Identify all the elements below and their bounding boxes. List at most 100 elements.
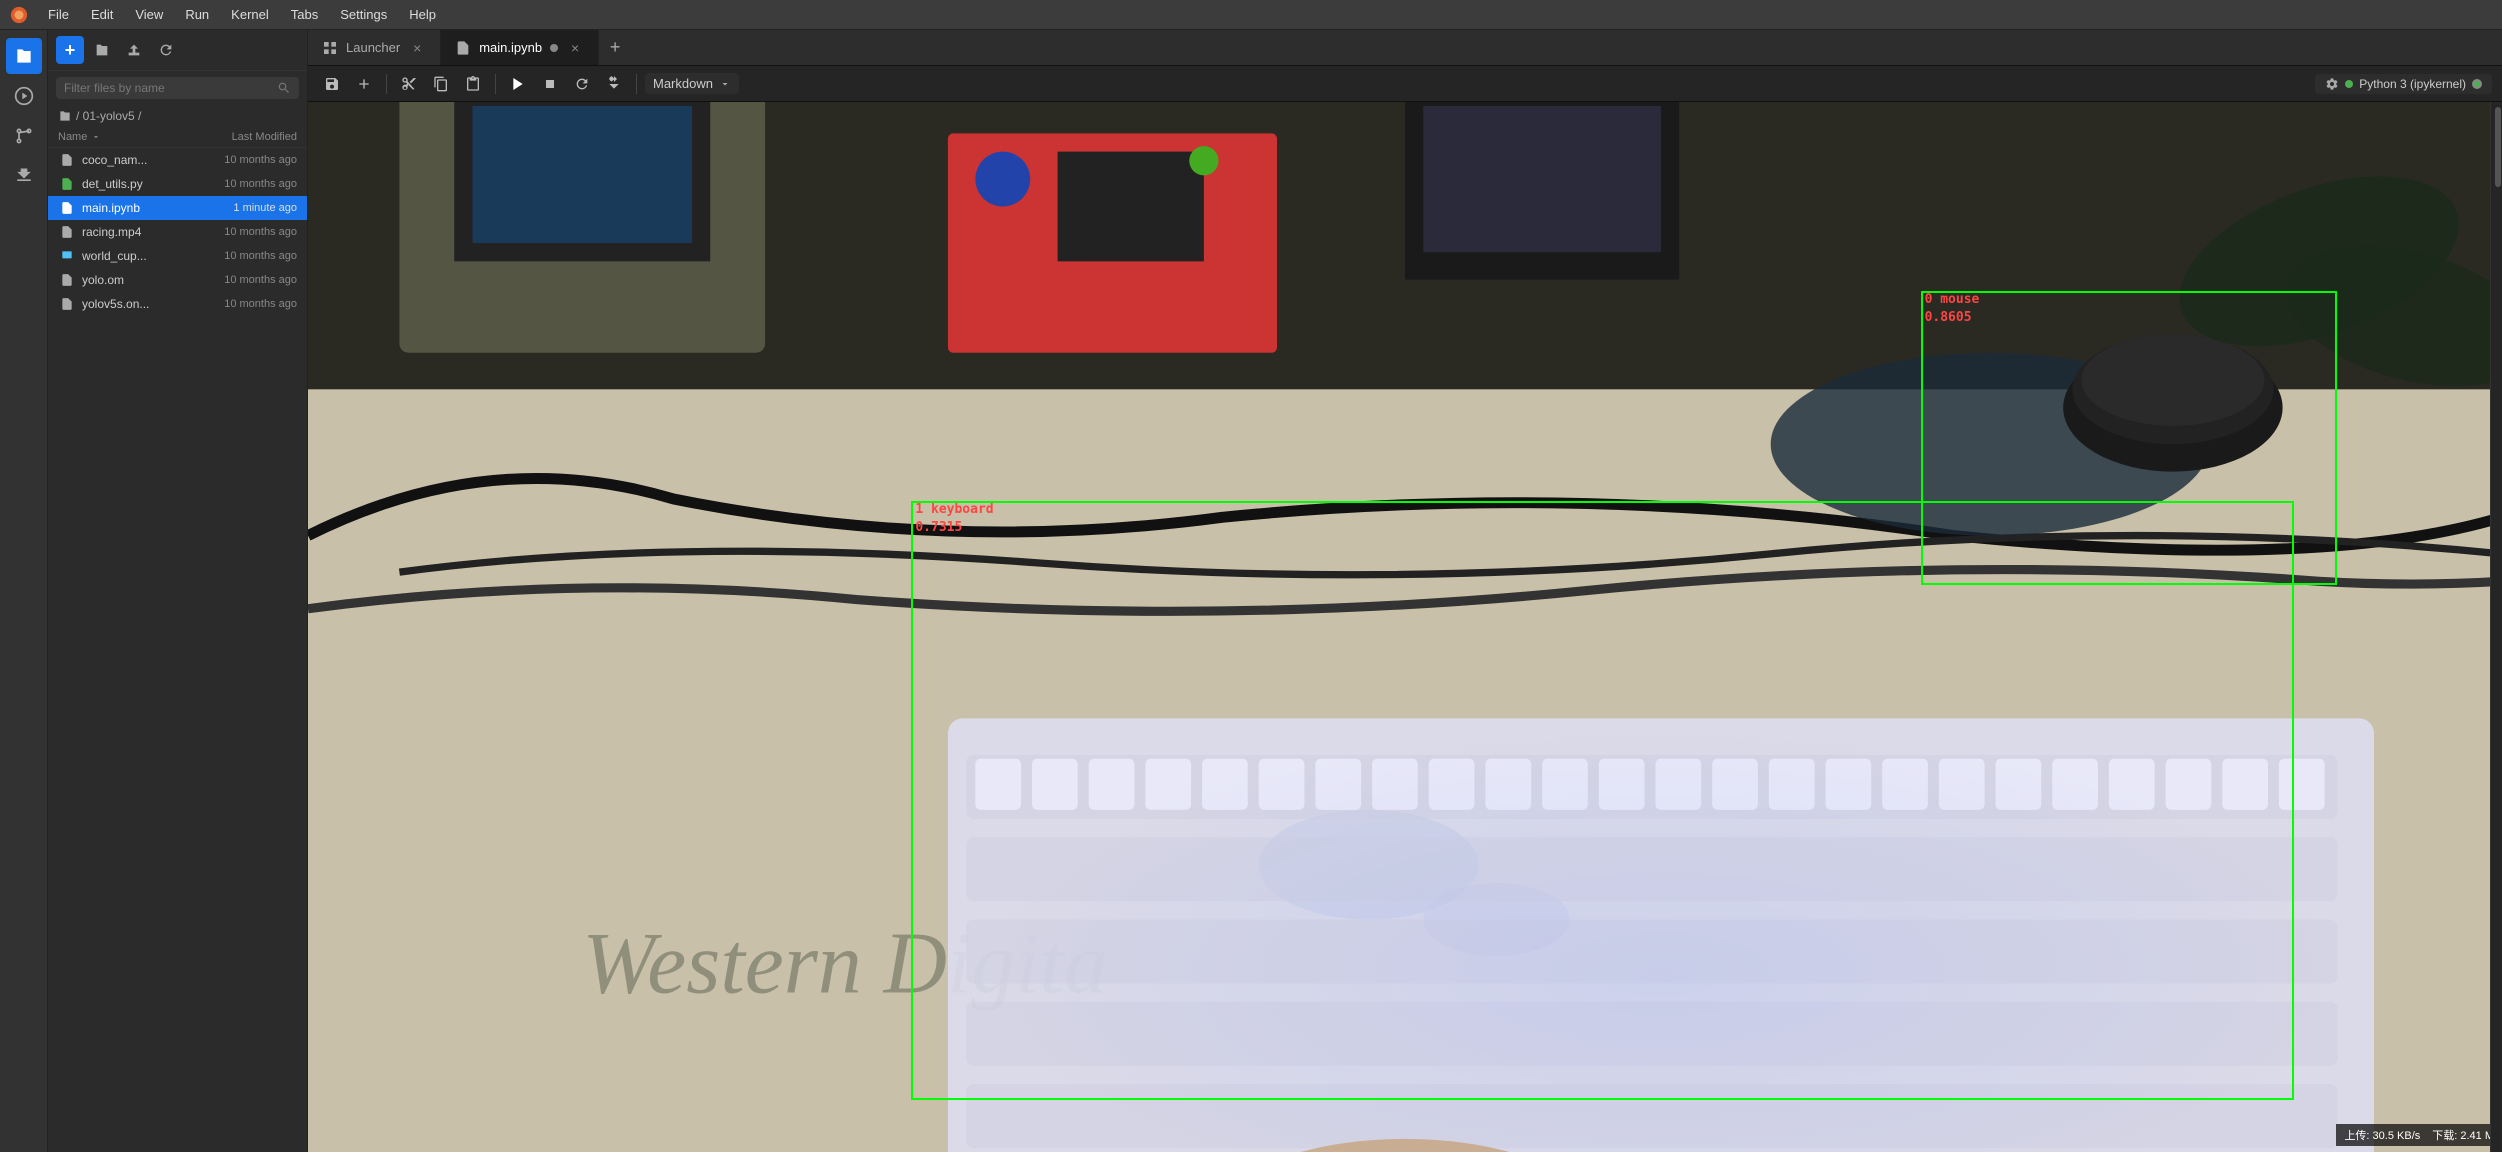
file-list: Name Last Modified coco_nam... 10 months… xyxy=(48,127,307,1152)
settings-icon xyxy=(2325,77,2339,91)
run-all-button[interactable] xyxy=(600,70,628,98)
file-name-coco: coco_nam... xyxy=(82,153,187,167)
file-icon-det xyxy=(58,175,76,193)
restart-button[interactable] xyxy=(568,70,596,98)
search-icon xyxy=(277,81,291,95)
file-row-main[interactable]: main.ipynb 1 minute ago xyxy=(48,196,307,220)
file-list-header: Name Last Modified xyxy=(48,127,307,148)
file-icon-yolo-om xyxy=(58,271,76,289)
file-name-yolov5s: yolov5s.on... xyxy=(82,297,187,311)
app-body: + / 01-yolov5 / Name xyxy=(0,30,2502,1152)
activity-bar xyxy=(0,30,48,1152)
kernel-select[interactable]: Python 3 (ipykernel) xyxy=(2315,74,2492,94)
tab-add-button[interactable]: + xyxy=(599,30,631,66)
menu-kernel[interactable]: Kernel xyxy=(221,4,279,25)
interrupt-button[interactable] xyxy=(536,70,564,98)
refresh-button[interactable] xyxy=(152,36,180,64)
scrollbar-thumb[interactable] xyxy=(2495,107,2501,187)
file-row-coco[interactable]: coco_nam... 10 months ago xyxy=(48,148,307,172)
file-name-det: det_utils.py xyxy=(82,177,187,191)
toolbar-separator-2 xyxy=(495,74,496,94)
paste-button[interactable] xyxy=(459,70,487,98)
tab-main-notebook[interactable]: main.ipynb × xyxy=(441,30,599,65)
file-icon-main xyxy=(58,199,76,217)
kernel-name-label: Python 3 (ipykernel) xyxy=(2359,77,2466,91)
menu-view[interactable]: View xyxy=(125,4,173,25)
detection-area: Western Digita xyxy=(308,102,2502,1152)
tab-notebook-label: main.ipynb xyxy=(479,40,542,55)
sidebar: + / 01-yolov5 / Name xyxy=(48,30,308,1152)
cell-type-chevron xyxy=(719,78,731,90)
upload-button[interactable] xyxy=(120,36,148,64)
file-icon-world-cup xyxy=(58,247,76,265)
scene-background: Western Digita xyxy=(308,102,2502,1152)
app-logo xyxy=(8,4,30,26)
column-name[interactable]: Name xyxy=(58,131,187,143)
save-button[interactable] xyxy=(318,70,346,98)
file-modified-main: 1 minute ago xyxy=(187,202,297,214)
add-cell-button[interactable] xyxy=(350,70,378,98)
breadcrumb-text: / 01-yolov5 / xyxy=(76,109,141,123)
tab-notebook-icon xyxy=(455,40,471,56)
menu-edit[interactable]: Edit xyxy=(81,4,123,25)
file-modified-racing: 10 months ago xyxy=(187,226,297,238)
column-modified: Last Modified xyxy=(187,131,297,143)
tab-launcher-icon xyxy=(322,40,338,56)
file-name-yolo-om: yolo.om xyxy=(82,273,187,287)
file-row-yolo-om[interactable]: yolo.om 10 months ago xyxy=(48,268,307,292)
status-overlay: 上传: 30.5 KB/s 下载: 2.41 M xyxy=(2336,1124,2502,1146)
toolbar-separator-3 xyxy=(636,74,637,94)
cut-button[interactable] xyxy=(395,70,423,98)
search-input[interactable] xyxy=(64,81,271,95)
file-modified-det: 10 months ago xyxy=(187,178,297,190)
copy-button[interactable] xyxy=(427,70,455,98)
file-row-yolov5s[interactable]: yolov5s.on... 10 months ago xyxy=(48,292,307,316)
main-content: Launcher × main.ipynb × + xyxy=(308,30,2502,1152)
file-modified-yolov5s: 10 months ago xyxy=(187,298,297,310)
activity-running[interactable] xyxy=(6,78,42,114)
kernel-status-dot xyxy=(2345,80,2353,88)
menu-help[interactable]: Help xyxy=(399,4,446,25)
new-file-button[interactable]: + xyxy=(56,36,84,64)
menu-tabs[interactable]: Tabs xyxy=(281,4,328,25)
sort-icon xyxy=(91,132,101,142)
notebook-canvas: Western Digita xyxy=(308,102,2502,1152)
tab-bar: Launcher × main.ipynb × + xyxy=(308,30,2502,66)
file-modified-coco: 10 months ago xyxy=(187,154,297,166)
activity-files[interactable] xyxy=(6,38,42,74)
file-icon-racing xyxy=(58,223,76,241)
activity-extension[interactable] xyxy=(6,158,42,194)
file-modified-yolo-om: 10 months ago xyxy=(187,274,297,286)
tab-modified-dot xyxy=(550,44,558,52)
kernel-activity-dot xyxy=(2472,79,2482,89)
menu-run[interactable]: Run xyxy=(175,4,219,25)
search-box xyxy=(56,77,299,99)
open-folder-button[interactable] xyxy=(88,36,116,64)
tab-notebook-close[interactable]: × xyxy=(566,39,584,57)
tab-launcher[interactable]: Launcher × xyxy=(308,30,441,65)
file-name-racing: racing.mp4 xyxy=(82,225,187,239)
upload-status: 上传: 30.5 KB/s xyxy=(2344,1127,2420,1143)
menu-file[interactable]: File xyxy=(38,4,79,25)
menubar: File Edit View Run Kernel Tabs Settings … xyxy=(0,0,2502,30)
run-cell-button[interactable] xyxy=(504,70,532,98)
file-row-world-cup[interactable]: world_cup... 10 months ago xyxy=(48,244,307,268)
file-icon-yolov5s xyxy=(58,295,76,313)
file-icon-coco xyxy=(58,151,76,169)
activity-git[interactable] xyxy=(6,118,42,154)
tab-launcher-close[interactable]: × xyxy=(408,39,426,57)
file-row-racing[interactable]: racing.mp4 10 months ago xyxy=(48,220,307,244)
folder-icon xyxy=(58,109,72,123)
toolbar-separator-1 xyxy=(386,74,387,94)
cell-type-label: Markdown xyxy=(653,76,713,91)
notebook-toolbar: Markdown Python 3 (ipykernel) xyxy=(308,66,2502,102)
download-status: 下载: 2.41 M xyxy=(2432,1127,2494,1143)
file-row-det[interactable]: det_utils.py 10 months ago xyxy=(48,172,307,196)
cell-type-select[interactable]: Markdown xyxy=(645,73,739,94)
right-scrollbar[interactable] xyxy=(2490,102,2502,1152)
file-modified-world-cup: 10 months ago xyxy=(187,250,297,262)
file-name-main: main.ipynb xyxy=(82,201,187,215)
file-name-world-cup: world_cup... xyxy=(82,249,187,263)
sidebar-toolbar: + xyxy=(48,30,307,71)
menu-settings[interactable]: Settings xyxy=(330,4,397,25)
